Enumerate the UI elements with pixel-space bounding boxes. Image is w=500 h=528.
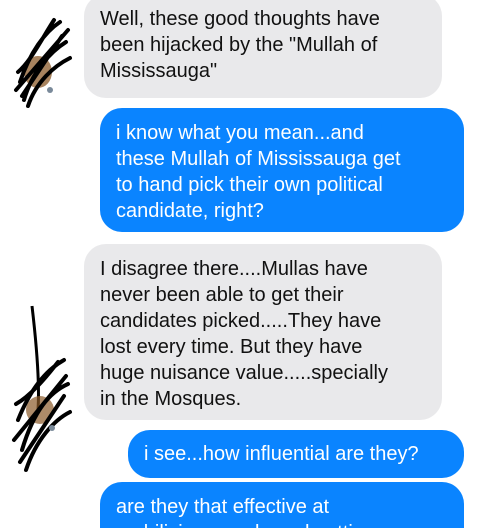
redacted-avatar-icon[interactable]	[10, 12, 74, 108]
message-thread: Well, these good thoughts have been hija…	[0, 0, 500, 528]
message-bubble-outgoing[interactable]: i know what you mean...and these Mullah …	[100, 108, 464, 232]
message-bubble-incoming[interactable]: I disagree there....Mullas have never be…	[84, 244, 442, 420]
message-bubble-outgoing[interactable]: i see...how influential are they?	[128, 430, 464, 478]
redacted-avatar-icon[interactable]	[10, 300, 74, 480]
message-bubble-incoming[interactable]: Well, these good thoughts have been hija…	[84, 0, 442, 98]
message-bubble-outgoing[interactable]: are they that effective at mobilizing pe…	[100, 482, 464, 528]
